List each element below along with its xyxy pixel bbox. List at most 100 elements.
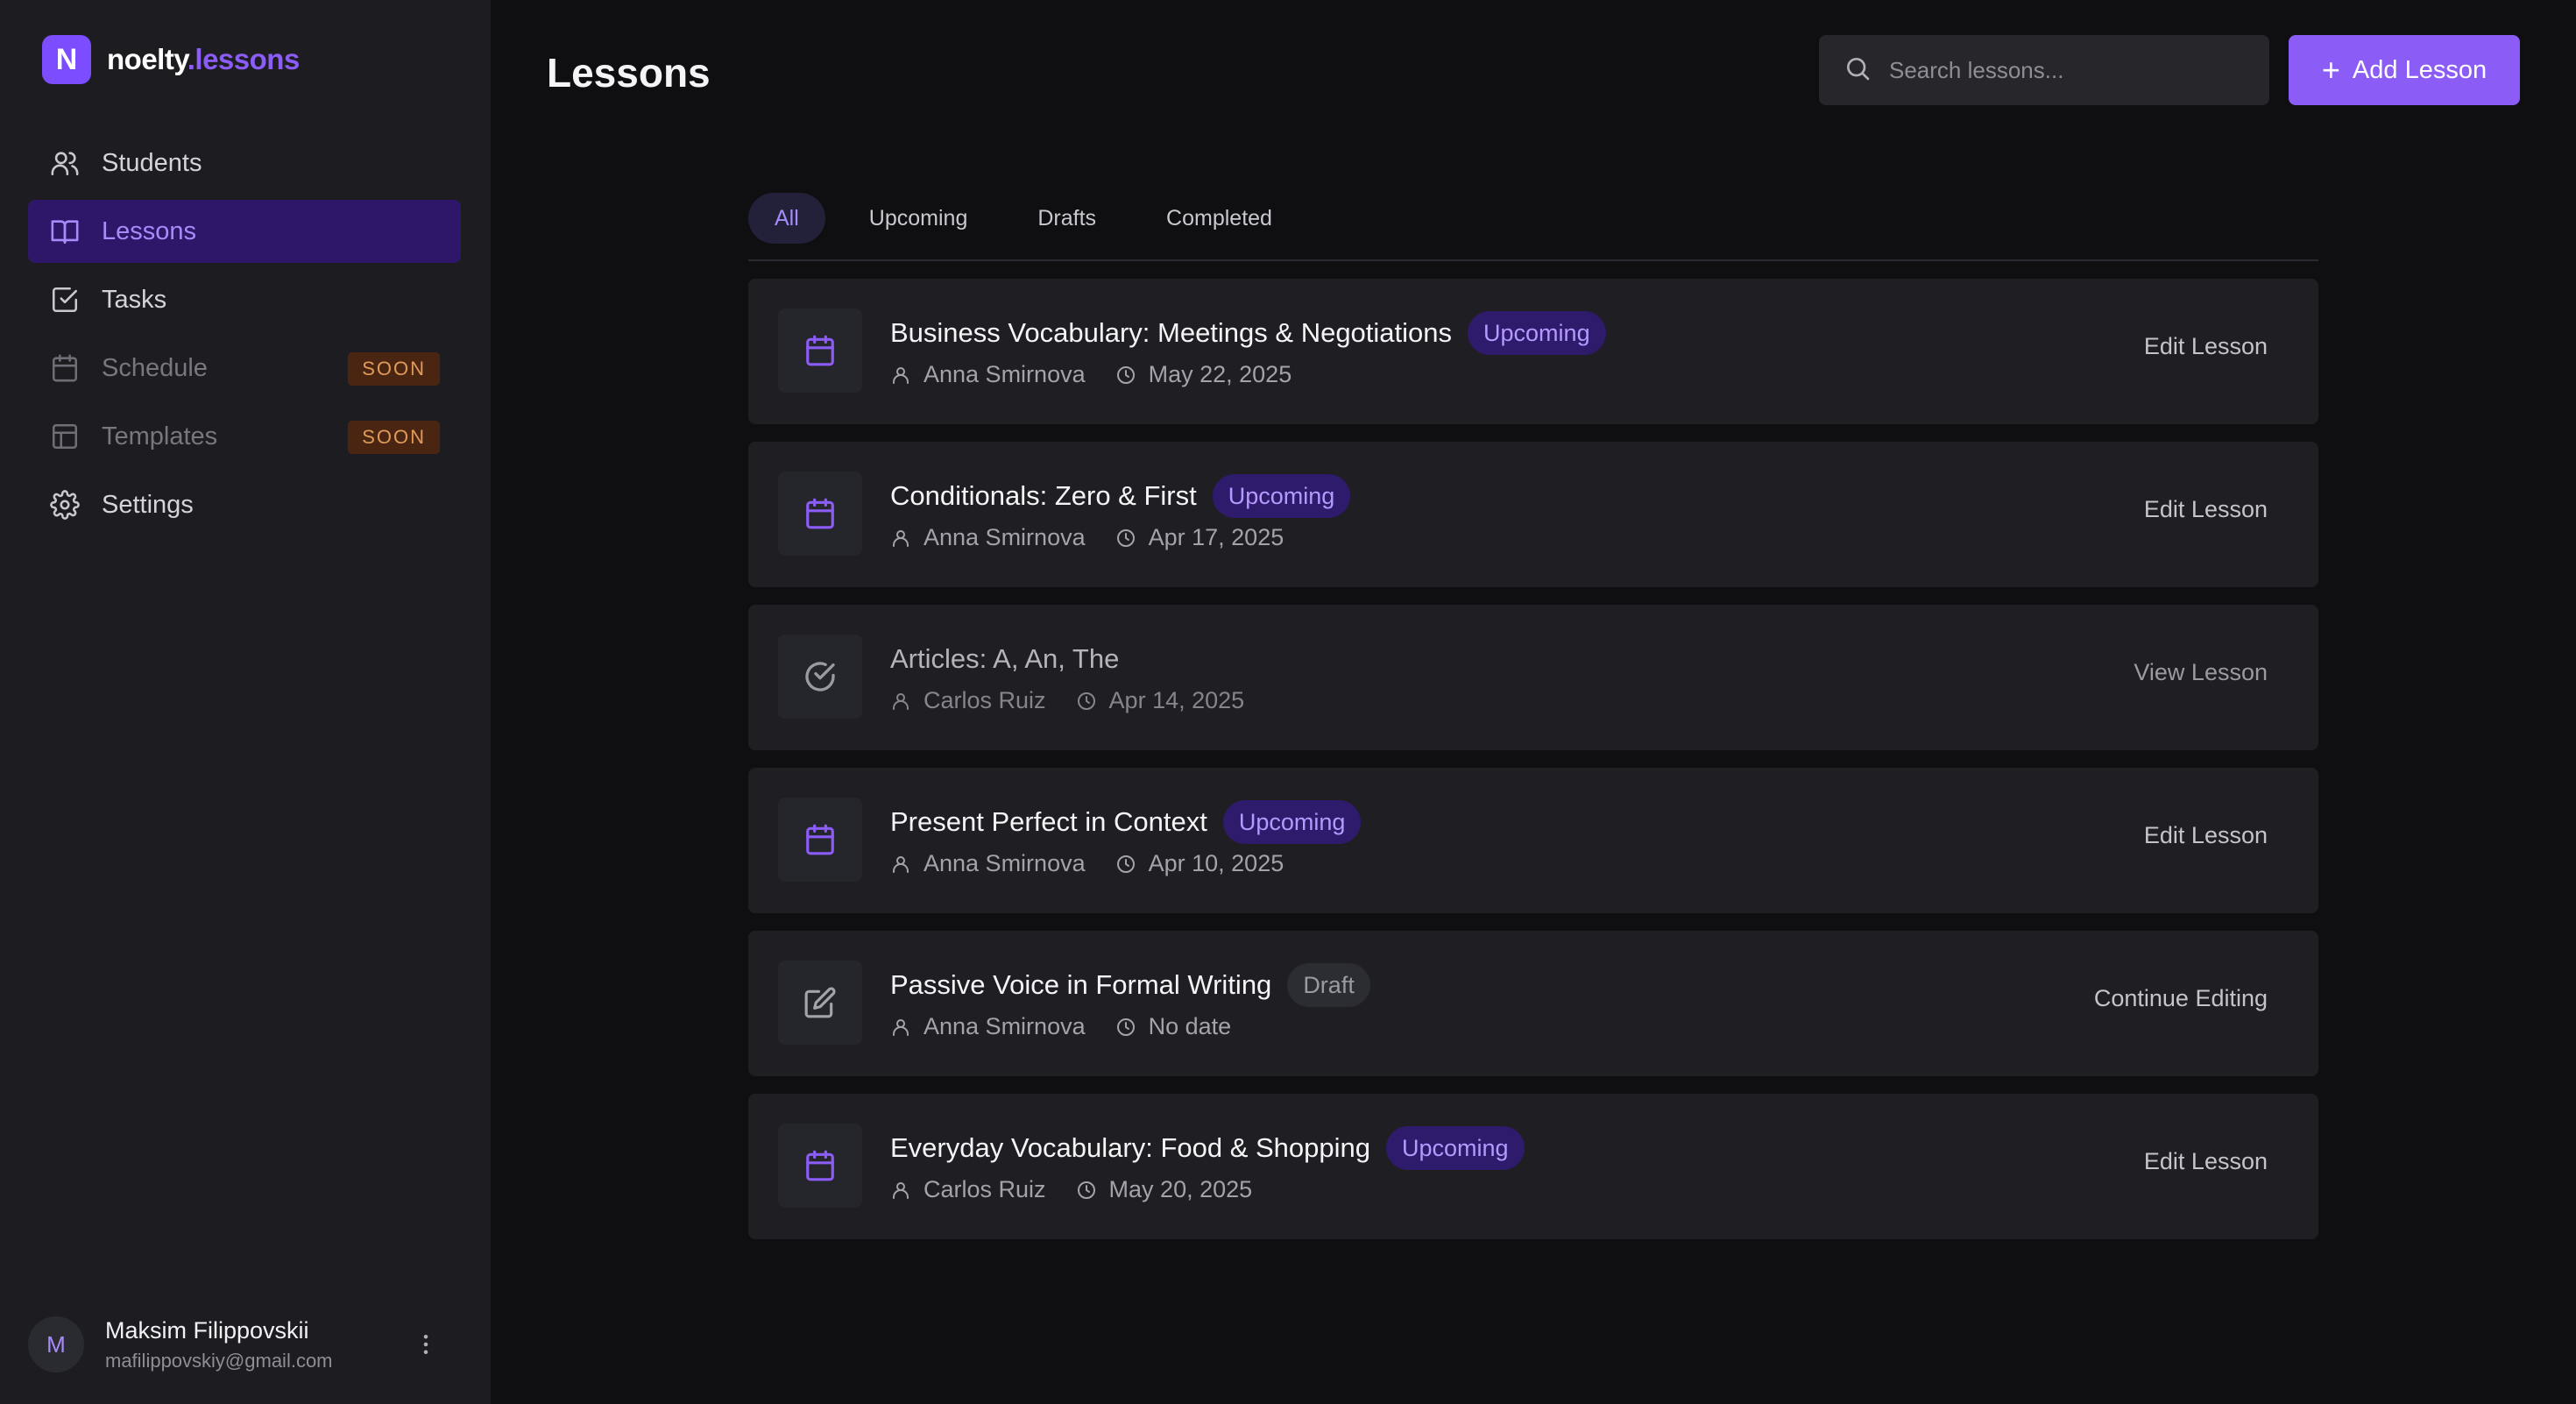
lesson-title: Passive Voice in Formal Writing [890,969,1272,1000]
lesson-title-row: Business Vocabulary: Meetings & Negotiat… [890,310,1606,356]
sidebar-item-settings[interactable]: Settings [28,473,461,536]
brand-name: noelty.lessons [107,43,300,76]
sidebar-item-label: Students [102,148,202,177]
check-square-icon [49,284,81,316]
user-email: mafilippovskiy@gmail.com [105,1349,333,1372]
lesson-meta: Carlos Ruiz Apr 14, 2025 [890,687,1274,714]
sidebar-item-label: Lessons [102,216,197,245]
add-lesson-button[interactable]: + Add Lesson [2289,35,2520,105]
user-profile[interactable]: M Maksim Filippovskii mafilippovskiy@gma… [28,1311,461,1378]
lesson-body: Passive Voice in Formal Writing Draft An… [890,962,1370,1040]
lesson-card[interactable]: Passive Voice in Formal Writing Draft An… [748,931,2318,1076]
sidebar-item-label: Settings [102,490,194,519]
student-name: Anna Smirnova [924,361,1086,387]
calendar-icon [778,308,862,393]
lesson-meta: Anna Smirnova May 22, 2025 [890,361,1606,388]
sidebar-item-templates[interactable]: Templates SOON [28,405,461,468]
user-icon [890,1179,913,1202]
check-circle-icon [778,635,862,719]
clock-icon [1076,1179,1099,1202]
date-text: May 20, 2025 [1108,1176,1253,1202]
lesson-card[interactable]: Present Perfect in Context Upcoming Anna… [748,768,2318,913]
brand-name-primary: noelty [107,43,188,75]
edit-lesson-button[interactable]: Edit Lesson [2144,333,2268,360]
continue-editing-button[interactable]: Continue Editing [2094,985,2268,1012]
lesson-card[interactable]: Everyday Vocabulary: Food & Shopping Upc… [748,1094,2318,1239]
lesson-student: Carlos Ruiz [890,687,1046,714]
user-icon [890,364,913,386]
filter-tabs: All Upcoming Drafts Completed [748,193,2318,261]
lesson-date: Apr 17, 2025 [1115,524,1284,551]
main-content: Lessons + Add Lesson All Upcoming Drafts… [491,0,2576,1404]
lesson-title-row: Present Perfect in Context Upcoming [890,799,1362,845]
lesson-title: Business Vocabulary: Meetings & Negotiat… [890,317,1453,348]
sidebar-item-tasks[interactable]: Tasks [28,268,461,331]
user-name: Maksim Filippovskii [105,1316,309,1344]
user-icon [890,1016,913,1039]
lesson-date: Apr 14, 2025 [1076,687,1245,714]
lesson-meta: Anna Smirnova Apr 17, 2025 [890,524,1350,551]
user-icon [890,690,913,713]
tab-drafts[interactable]: Drafts [1011,193,1122,244]
view-lesson-button[interactable]: View Lesson [2134,659,2268,686]
avatar: M [28,1316,84,1372]
edit-lesson-button[interactable]: Edit Lesson [2144,822,2268,849]
lesson-title-row: Conditionals: Zero & First Upcoming [890,473,1351,519]
date-text: Apr 10, 2025 [1148,850,1284,876]
calendar-icon [778,472,862,556]
clock-icon [1115,527,1138,550]
sidebar-item-label: Templates [102,422,218,450]
date-text: No date [1148,1013,1232,1039]
tab-all[interactable]: All [748,193,825,244]
search-input[interactable] [1889,56,2245,84]
users-icon [49,147,81,179]
search-box[interactable] [1819,35,2269,105]
more-vertical-icon[interactable] [408,1327,443,1362]
lesson-card[interactable]: Conditionals: Zero & First Upcoming Anna… [748,442,2318,587]
edit-lesson-button[interactable]: Edit Lesson [2144,496,2268,523]
sidebar-nav: Students Lessons Tasks Schedule SOON Tem… [28,131,461,542]
clock-icon [1076,690,1099,713]
lesson-student: Anna Smirnova [890,850,1086,877]
soon-badge: SOON [348,352,440,386]
logo-mark: N [42,35,91,84]
brand-logo[interactable]: N noelty.lessons [42,35,300,84]
lesson-title-row: Passive Voice in Formal Writing Draft [890,962,1370,1008]
clock-icon [1115,364,1138,386]
lesson-card[interactable]: Articles: A, An, The Carlos Ruiz Apr 14,… [748,605,2318,750]
clock-icon [1115,853,1138,876]
lesson-body: Conditionals: Zero & First Upcoming Anna… [890,473,1351,551]
lesson-title: Present Perfect in Context [890,806,1207,837]
date-text: Apr 14, 2025 [1108,687,1245,713]
status-badge: Upcoming [1386,1126,1525,1170]
status-badge: Upcoming [1468,311,1606,355]
edit-lesson-button[interactable]: Edit Lesson [2144,1148,2268,1175]
lesson-card[interactable]: Business Vocabulary: Meetings & Negotiat… [748,279,2318,424]
lesson-title: Everyday Vocabulary: Food & Shopping [890,1132,1371,1163]
lesson-date: May 20, 2025 [1076,1176,1253,1203]
sidebar-item-label: Tasks [102,285,167,314]
lesson-meta: Anna Smirnova No date [890,1013,1370,1040]
lesson-student: Carlos Ruiz [890,1176,1046,1203]
calendar-icon [778,798,862,882]
tab-completed[interactable]: Completed [1140,193,1299,244]
layout-icon [49,421,81,452]
search-icon [1844,54,1872,87]
lesson-student: Anna Smirnova [890,1013,1086,1040]
app-root: N noelty.lessons Students Lessons Tasks … [0,0,2576,1404]
sidebar-item-students[interactable]: Students [28,131,461,195]
tab-upcoming[interactable]: Upcoming [843,193,994,244]
student-name: Anna Smirnova [924,524,1086,550]
brand-name-secondary: .lessons [187,43,301,75]
sidebar-item-lessons[interactable]: Lessons [28,200,461,263]
page-title: Lessons [547,50,711,96]
calendar-icon [49,352,81,384]
lesson-student: Anna Smirnova [890,361,1086,388]
lesson-body: Articles: A, An, The Carlos Ruiz Apr 14,… [890,636,1274,714]
lesson-title-row: Articles: A, An, The [890,636,1274,682]
student-name: Carlos Ruiz [924,687,1046,713]
sidebar-item-schedule[interactable]: Schedule SOON [28,337,461,400]
lesson-title: Articles: A, An, The [890,643,1120,674]
edit-icon [778,961,862,1045]
lesson-body: Business Vocabulary: Meetings & Negotiat… [890,310,1606,388]
